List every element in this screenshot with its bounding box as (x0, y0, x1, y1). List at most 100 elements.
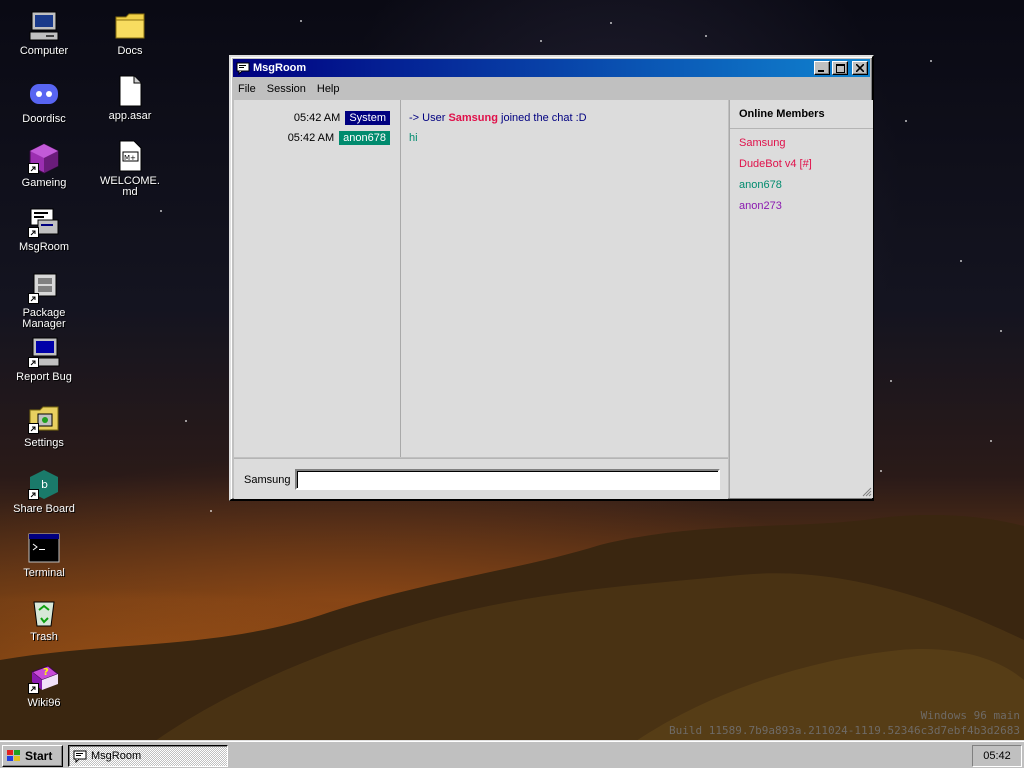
start-button[interactable]: Start (2, 745, 63, 767)
desktop-icon-gameing[interactable]: Gameing (8, 142, 80, 189)
window-titlebar[interactable]: MsgRoom (233, 59, 870, 77)
terminal-icon (28, 532, 60, 564)
desktop-icon-terminal[interactable]: Terminal (8, 532, 80, 579)
user-tag[interactable]: System (345, 111, 390, 125)
maximize-button[interactable] (832, 61, 848, 75)
taskbar-clock[interactable]: 05:42 (972, 745, 1022, 767)
desktop-icon-label: Share Board (13, 503, 75, 515)
message-line: -> User Samsung joined the chat :D (401, 108, 728, 128)
shortcut-arrow-icon (28, 357, 39, 368)
desktop-icon-computer[interactable]: Computer (8, 10, 80, 57)
timeline-row: 05:42 AM anon678 (234, 128, 400, 148)
discord-icon (28, 78, 60, 110)
message-text: hi (409, 132, 418, 144)
nickname-label[interactable]: Samsung (244, 474, 290, 486)
desktop-icon-label: Computer (19, 45, 69, 57)
chat-bubble-icon (236, 61, 250, 76)
taskbar: Start MsgRoom 05:42 (0, 740, 1024, 768)
svg-text:?: ? (43, 667, 49, 678)
member-item[interactable]: anon678 (730, 175, 873, 196)
desktop-icon-share-board[interactable]: b Share Board (8, 468, 80, 515)
taskbar-item-label: MsgRoom (91, 750, 142, 762)
message-username: Samsung (448, 112, 498, 124)
desktop-icon-wiki96[interactable]: ? Wiki96 (8, 662, 80, 709)
member-item[interactable]: anon273 (730, 196, 873, 217)
user-tag[interactable]: anon678 (339, 131, 390, 145)
msgroom-window[interactable]: MsgRoom File Session Help 05:42 AM Syste… (229, 55, 874, 501)
timeline-row: 05:42 AM System (234, 108, 400, 128)
desktop-icon-label: Package Manager (22, 307, 66, 330)
shortcut-arrow-icon (28, 489, 39, 500)
desktop-icon-label: Doordisc (22, 113, 66, 125)
message-timeline: 05:42 AM System 05:42 AM anon678 (234, 100, 401, 457)
message-input[interactable] (295, 469, 720, 490)
desktop-icon-label: Trash (30, 631, 58, 643)
shortcut-arrow-icon (28, 293, 39, 304)
share-board-icon: b (28, 468, 60, 500)
message-time: 05:42 AM (287, 132, 335, 144)
recycle-bin-icon (28, 596, 60, 628)
desktop-icon-welcome-md[interactable]: M+ WELCOME.md (94, 140, 166, 198)
svg-text:M+: M+ (124, 154, 136, 162)
members-panel: Online Members Samsung DudeBot v4 [#] an… (729, 100, 873, 498)
report-bug-icon (28, 336, 60, 368)
wiki-book-icon: ? (28, 662, 60, 694)
desktop-icon-app-asar[interactable]: app.asar (94, 75, 166, 122)
shortcut-arrow-icon (28, 163, 39, 174)
desktop-icon-label: Terminal (23, 567, 65, 579)
message-line: hi (401, 128, 728, 148)
menubar: File Session Help (233, 79, 870, 98)
package-manager-icon (28, 272, 60, 304)
folder-icon (114, 10, 146, 42)
start-label: Start (25, 749, 53, 763)
computer-icon (28, 10, 60, 42)
taskbar-item-msgroom[interactable]: MsgRoom (68, 745, 228, 767)
desktop-icon-trash[interactable]: Trash (8, 596, 80, 643)
desktop-icon-report-bug[interactable]: Report Bug (8, 336, 80, 383)
desktop-icon-settings[interactable]: Settings (8, 402, 80, 449)
desktop-icon-label: Docs (117, 45, 143, 57)
desktop-icon-label: MsgRoom (18, 241, 70, 253)
desktop-icon-doordisc[interactable]: Doordisc (8, 78, 80, 125)
desktop-icon-label: Report Bug (16, 371, 72, 383)
shortcut-arrow-icon (28, 683, 39, 694)
message-prefix: -> User (409, 112, 449, 124)
maximize-icon (835, 63, 845, 73)
msgroom-icon (28, 206, 60, 238)
menu-file[interactable]: File (233, 83, 262, 95)
build-info-line2: Build 11589.7b9a893a.211024-1119.52346c3… (669, 724, 1020, 737)
desktop-icon-docs[interactable]: Docs (94, 10, 166, 57)
member-item[interactable]: Samsung (730, 133, 873, 154)
shortcut-arrow-icon (28, 423, 39, 434)
shortcut-arrow-icon (28, 227, 39, 238)
message-list: -> User Samsung joined the chat :D hi (401, 100, 728, 457)
settings-icon (28, 402, 60, 434)
window-title: MsgRoom (253, 62, 307, 74)
message-suffix: joined the chat :D (497, 112, 587, 124)
desktop-icon-label: app.asar (108, 110, 152, 122)
message-time: 05:42 AM (293, 112, 341, 124)
desktop-icon-label: Gameing (21, 177, 67, 189)
close-icon (856, 64, 864, 72)
menu-session[interactable]: Session (262, 83, 312, 95)
minimize-icon (818, 70, 824, 72)
start-logo-icon (6, 749, 22, 763)
game-cube-icon (28, 142, 60, 174)
members-title: Online Members (730, 100, 873, 129)
desktop-icon-label: WELCOME.md (100, 175, 160, 198)
close-button[interactable] (852, 61, 868, 75)
desktop-icon-package-manager[interactable]: Package Manager (8, 272, 80, 330)
file-icon (114, 75, 146, 107)
resize-grip-icon[interactable] (862, 487, 872, 497)
markdown-file-icon: M+ (114, 140, 146, 172)
build-info: Windows 96 main Build 11589.7b9a893a.211… (669, 708, 1020, 738)
desktop-icon-msgroom[interactable]: MsgRoom (8, 206, 80, 253)
build-info-line1: Windows 96 main (920, 709, 1020, 722)
svg-text:b: b (41, 478, 48, 491)
chat-bubble-icon (73, 749, 87, 764)
menu-help[interactable]: Help (312, 83, 346, 95)
desktop-icon-label: Wiki96 (27, 697, 61, 709)
desktop-icon-label: Settings (24, 437, 64, 449)
minimize-button[interactable] (814, 61, 830, 75)
member-item[interactable]: DudeBot v4 [#] (730, 154, 873, 175)
